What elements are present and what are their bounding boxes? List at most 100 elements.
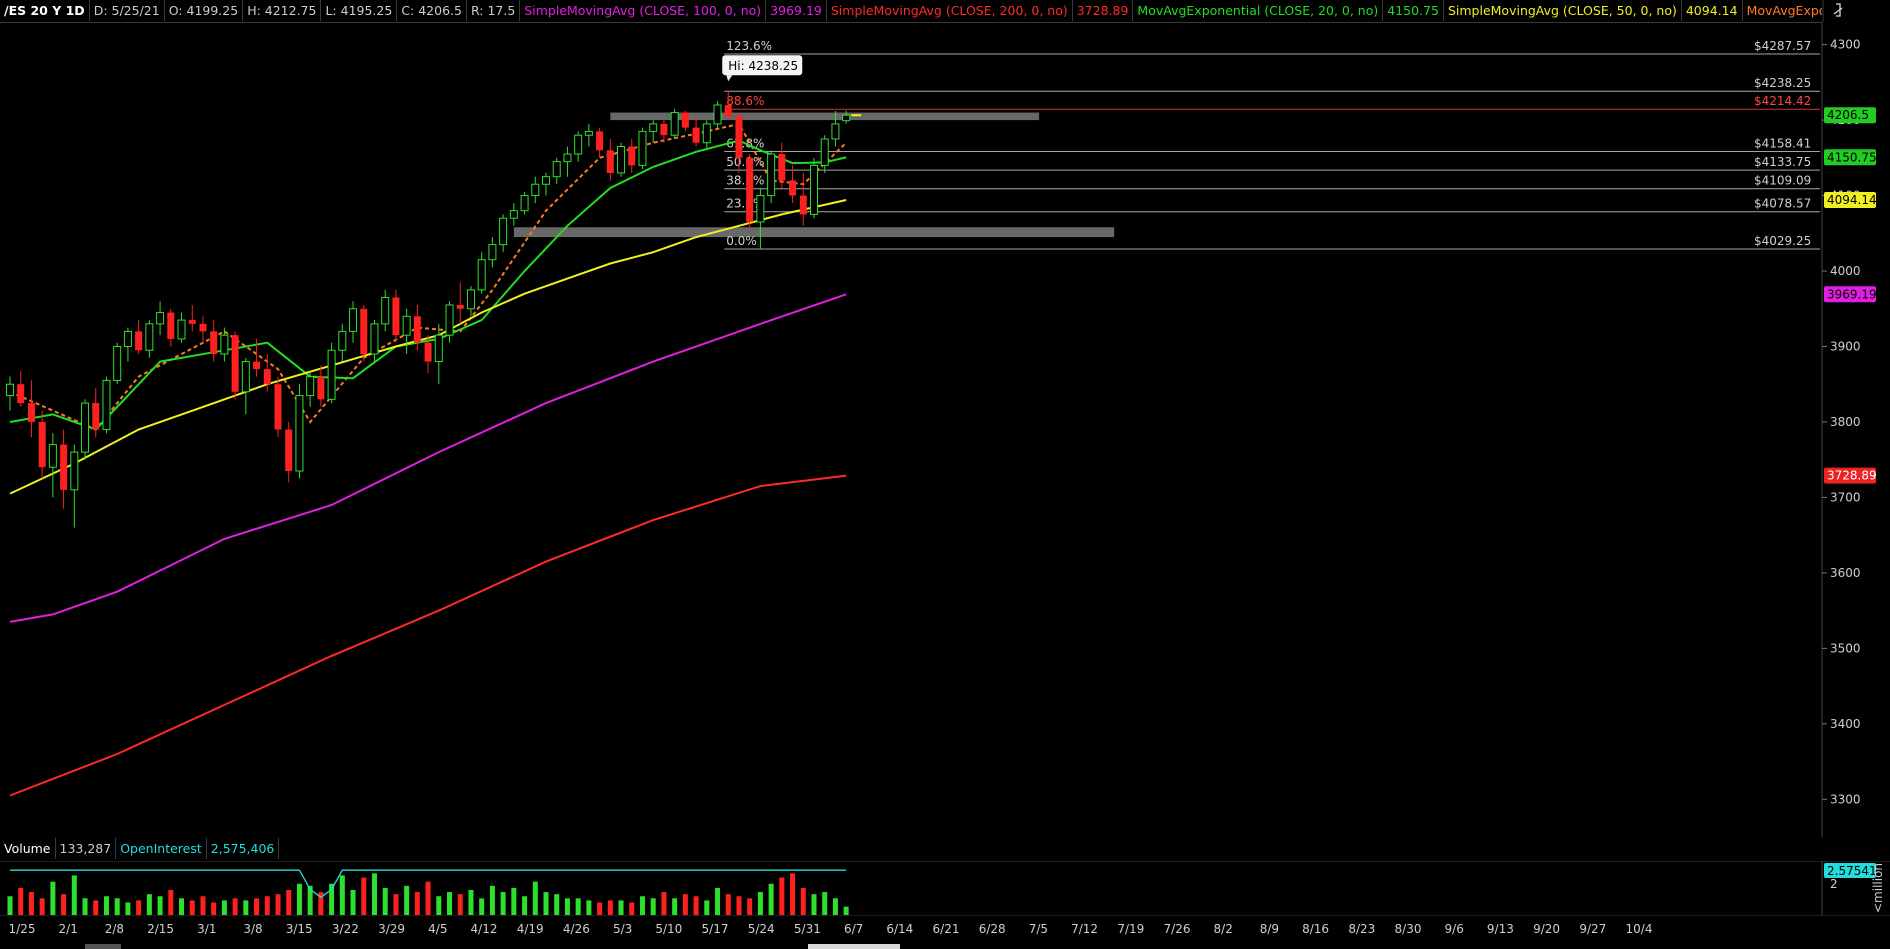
candle-body xyxy=(702,123,711,144)
candle-body xyxy=(831,123,840,140)
date-tick-label: 4/26 xyxy=(563,922,590,936)
date-tick-label: 5/24 xyxy=(748,922,775,936)
price-tick-label: 3700 xyxy=(1830,490,1861,504)
price-badge-text: 4206.5 xyxy=(1827,108,1869,122)
volume-bar xyxy=(586,900,592,915)
date-tick-label: 6/28 xyxy=(979,922,1006,936)
moving-average-line xyxy=(9,139,847,431)
volume-chart[interactable]: 2.575412 <million xyxy=(0,861,1890,915)
volume-tick-label: 2 xyxy=(1830,877,1838,891)
volume-bar xyxy=(522,896,528,915)
volume-bar xyxy=(82,898,88,915)
fib-level-price: $4133.75 xyxy=(1754,155,1811,169)
price-tick-label: 4300 xyxy=(1830,38,1861,52)
candle-body xyxy=(531,183,540,197)
hi-label: Hi: 4238.25 xyxy=(728,59,798,73)
candle-body xyxy=(392,297,400,336)
date-tick-label: 7/12 xyxy=(1071,922,1098,936)
date-axis: 1/25 2/1 2/8 2/15 3/1 3/8 3/15 3/22 3/29 4/5 4/12 4… xyxy=(0,915,1890,949)
candle-body xyxy=(724,105,732,117)
study-value: 4150.75 xyxy=(1383,0,1444,21)
candle-body xyxy=(177,319,186,340)
study-label[interactable]: MovAvgExponential (CLOSE, 20, 0, no) xyxy=(1133,0,1384,21)
volume-bar xyxy=(404,885,410,915)
date-tick-label: 7/26 xyxy=(1164,922,1191,936)
date-tick-label: 5/10 xyxy=(655,922,682,936)
volume-bar xyxy=(682,894,688,915)
volume-bar xyxy=(843,906,849,915)
volume-bar xyxy=(736,896,742,915)
open-readout: O: 4199.25 xyxy=(165,0,244,21)
fib-level-price: $4078.57 xyxy=(1754,197,1811,211)
candle-body xyxy=(799,195,807,215)
candle-body xyxy=(17,384,25,404)
candle-body xyxy=(746,157,754,222)
volume-bar xyxy=(639,896,645,915)
candle-body xyxy=(606,150,614,173)
candle-body xyxy=(370,323,379,355)
candle-body xyxy=(574,134,583,155)
fib-level-percent: 0.0% xyxy=(726,234,757,248)
price-tick-label: 3500 xyxy=(1830,641,1861,655)
volume-bar xyxy=(361,877,367,915)
volume-bar xyxy=(71,875,77,915)
candle-body xyxy=(123,330,132,347)
candle-body xyxy=(402,315,411,336)
volume-bar xyxy=(221,900,227,915)
study-label[interactable]: SimpleMovingAvg (CLOSE, 200, 0, no) xyxy=(827,0,1073,21)
study-legend[interactable]: SimpleMovingAvg (CLOSE, 100, 0, no) 3969.… xyxy=(520,0,1822,21)
candle-body xyxy=(327,349,336,400)
date-tick-label: 3/29 xyxy=(378,922,405,936)
candle-body xyxy=(381,296,390,325)
study-value: 4094.14 xyxy=(1682,0,1743,21)
volume-bar xyxy=(715,887,721,915)
symbol-label[interactable]: /ES 20 Y 1D xyxy=(0,0,90,21)
candle-body xyxy=(692,127,700,143)
date-tick-label: 8/9 xyxy=(1260,922,1279,936)
volume-bar xyxy=(93,900,99,915)
volume-bar xyxy=(436,896,442,915)
candle-body xyxy=(596,131,604,151)
price-badge-text: 4150.75 xyxy=(1827,150,1877,164)
price-badge-text: 3728.89 xyxy=(1827,469,1877,483)
volume-bar xyxy=(264,896,270,915)
volume-bar xyxy=(822,892,828,915)
candle-body xyxy=(285,429,293,472)
candle-body xyxy=(466,289,475,310)
date-tick-label: 3/8 xyxy=(243,922,262,936)
chart-menu-icon[interactable] xyxy=(1822,0,1890,22)
study-value: 3969.19 xyxy=(766,0,827,21)
volume-bar xyxy=(371,873,377,915)
volume-bar xyxy=(393,894,399,915)
candle-body xyxy=(92,403,100,430)
volume-bar xyxy=(28,892,34,915)
volume-bar xyxy=(18,887,24,915)
date-tick-label: 9/6 xyxy=(1445,922,1464,936)
candle-body xyxy=(681,112,689,128)
oi-label: OpenInterest xyxy=(116,838,207,859)
volume-bar xyxy=(768,883,774,915)
candle-body xyxy=(253,361,261,370)
volume-bar xyxy=(211,902,217,915)
date-tick-label: 3/1 xyxy=(197,922,216,936)
candle-body xyxy=(349,308,358,332)
fib-level-price: $4287.57 xyxy=(1754,39,1811,53)
candle-body xyxy=(628,146,636,166)
date-tick-label: 4/19 xyxy=(517,922,544,936)
support-resistance-zone xyxy=(513,227,1115,238)
volume-bar xyxy=(693,896,699,915)
volume-bar xyxy=(39,898,45,915)
price-chart[interactable]: 3300340035003600370038003900400041004200… xyxy=(0,22,1890,837)
low-readout: L: 4195.25 xyxy=(321,0,398,21)
volume-bar xyxy=(114,898,120,915)
volume-bar xyxy=(607,900,613,915)
study-label[interactable]: SimpleMovingAvg (CLOSE, 100, 0, no) xyxy=(520,0,767,21)
study-label[interactable]: SimpleMovingAvg (CLOSE, 50, 0, no) xyxy=(1444,0,1682,21)
price-tick-label: 3300 xyxy=(1830,792,1861,806)
candle-body xyxy=(188,320,196,324)
date-tick-label: 8/30 xyxy=(1395,922,1422,936)
candle-body xyxy=(789,180,797,196)
candle-body xyxy=(424,342,432,362)
study-label[interactable]: MovAvgExponential (CLOSE, 8, 0,... xyxy=(1743,0,1822,21)
date-tick-label: 8/23 xyxy=(1348,922,1375,936)
